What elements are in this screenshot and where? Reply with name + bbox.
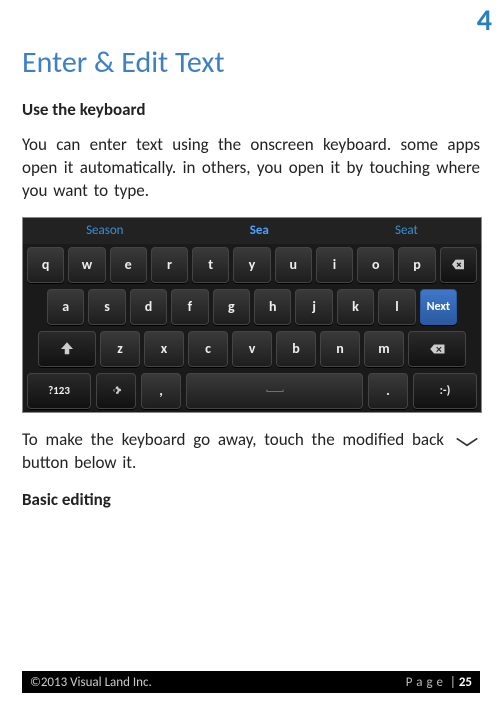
key-s[interactable]: s <box>88 289 125 325</box>
key-settings[interactable] <box>96 373 136 409</box>
key-space[interactable] <box>186 373 363 409</box>
key-comma[interactable]: , <box>141 373 181 409</box>
key-w[interactable]: w <box>68 247 105 283</box>
footer: ©2013 Visual Land Inc. Page | 25 <box>22 671 480 693</box>
key-y[interactable]: y <box>233 247 270 283</box>
page-number: 25 <box>459 675 472 690</box>
key-d[interactable]: d <box>130 289 167 325</box>
key-x[interactable]: x <box>144 331 184 367</box>
keyboard-row-1: q w e r t y u i o p <box>23 244 481 286</box>
key-i[interactable]: i <box>316 247 353 283</box>
heading-basic-editing: Basic editing <box>22 489 480 510</box>
key-r[interactable]: r <box>151 247 188 283</box>
suggestion-left[interactable]: Season <box>86 223 123 238</box>
globe-icon <box>107 382 125 400</box>
key-a[interactable]: a <box>47 289 84 325</box>
heading-use-keyboard: Use the keyboard <box>22 99 480 120</box>
key-z[interactable]: z <box>100 331 140 367</box>
key-k[interactable]: k <box>337 289 374 325</box>
copyright: ©2013 Visual Land Inc. <box>30 675 152 690</box>
key-o[interactable]: o <box>357 247 394 283</box>
key-q[interactable]: q <box>27 247 64 283</box>
page-sep: | <box>447 675 459 690</box>
suggestion-mid[interactable]: Sea <box>250 223 269 238</box>
key-next[interactable]: Next <box>420 289 457 325</box>
key-e[interactable]: e <box>110 247 147 283</box>
key-p[interactable]: p <box>398 247 435 283</box>
page-indicator: Page | 25 <box>406 675 472 690</box>
page: 4 Enter & Edit Text Use the keyboard You… <box>0 0 502 713</box>
keyboard-row-3: z x c v b n m <box>23 328 481 370</box>
suggestion-right[interactable]: Seat <box>395 223 418 238</box>
key-b[interactable]: b <box>276 331 316 367</box>
key-n[interactable]: n <box>320 331 360 367</box>
key-period[interactable]: . <box>368 373 408 409</box>
modified-back-icon <box>454 433 480 452</box>
intro-paragraph: You can enter text using the onscreen ke… <box>22 134 480 203</box>
key-f[interactable]: f <box>171 289 208 325</box>
page-label: Page <box>406 675 447 690</box>
key-l[interactable]: l <box>378 289 415 325</box>
key-backspace-2[interactable] <box>408 331 466 367</box>
page-title: Enter & Edit Text <box>22 44 480 81</box>
after-keyboard-row: To make the keyboard go away, touch the … <box>22 429 480 489</box>
key-c[interactable]: c <box>188 331 228 367</box>
keyboard-row-4: ?123 , . :-) <box>23 370 481 412</box>
shift-icon <box>58 340 76 358</box>
dismiss-paragraph: To make the keyboard go away, touch the … <box>22 429 444 475</box>
chapter-number: 4 <box>477 2 492 39</box>
key-smile[interactable]: :-) <box>413 373 477 409</box>
backspace-icon <box>449 256 467 274</box>
key-g[interactable]: g <box>213 289 250 325</box>
suggestion-bar: Season Sea Seat <box>23 218 481 244</box>
key-j[interactable]: j <box>295 289 332 325</box>
key-t[interactable]: t <box>192 247 229 283</box>
space-icon <box>266 382 284 400</box>
content: Enter & Edit Text Use the keyboard You c… <box>0 0 502 510</box>
key-h[interactable]: h <box>254 289 291 325</box>
key-u[interactable]: u <box>275 247 312 283</box>
key-shift[interactable] <box>38 331 96 367</box>
key-m[interactable]: m <box>364 331 404 367</box>
keyboard: Season Sea Seat q w e r t y u i o p a <box>22 217 482 413</box>
keyboard-row-2: a s d f g h j k l Next <box>23 286 481 328</box>
key-symbols[interactable]: ?123 <box>27 373 91 409</box>
key-backspace[interactable] <box>440 247 477 283</box>
backspace-icon <box>428 340 446 358</box>
key-v[interactable]: v <box>232 331 272 367</box>
